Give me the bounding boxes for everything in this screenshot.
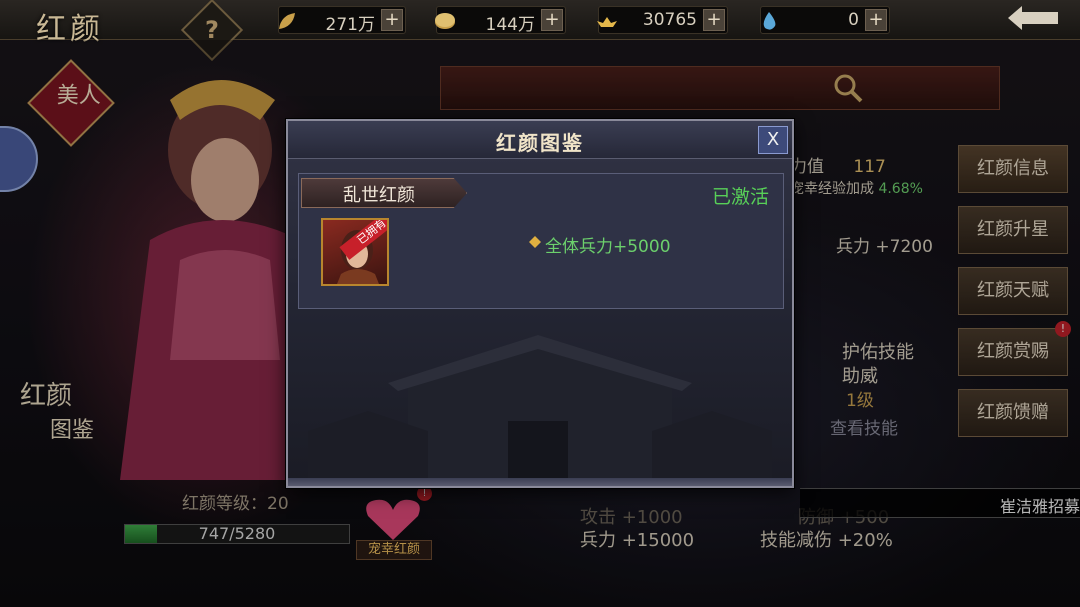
leaf-icon bbox=[279, 13, 295, 29]
resource-coin: 144万 + bbox=[435, 6, 566, 35]
heroine-card-portrait[interactable]: 已拥有 bbox=[321, 218, 389, 286]
resource-bar: 红颜 ? 271万 + 144万 + 30765 + 0 + bbox=[0, 0, 1080, 62]
add-ingot-button[interactable]: + bbox=[703, 9, 725, 31]
resource-drop: 0 + bbox=[760, 6, 890, 34]
diamond-bullet-icon bbox=[529, 236, 541, 248]
grain-value: 271万 bbox=[325, 15, 375, 35]
codex-entry-card: 乱世红颜 已激活 已拥有 全体兵力+5000 bbox=[298, 173, 784, 309]
add-coin-button[interactable]: + bbox=[541, 9, 563, 31]
add-drop-button[interactable]: + bbox=[865, 9, 887, 31]
entry-title: 乱世红颜 bbox=[343, 185, 415, 206]
coin-value: 144万 bbox=[485, 15, 535, 35]
dialog-title: 红颜图鉴 bbox=[496, 131, 584, 155]
heroine-codex-dialog: 红颜图鉴 X 乱世红颜 已激活 已拥有 全体兵力+5000 bbox=[286, 119, 794, 488]
ingot-icon bbox=[597, 17, 617, 27]
close-button[interactable]: X bbox=[758, 126, 788, 154]
resource-ingot: 30765 + bbox=[597, 6, 728, 34]
add-grain-button[interactable]: + bbox=[381, 9, 403, 31]
drop-value: 0 bbox=[848, 10, 859, 30]
ingot-value: 30765 bbox=[642, 10, 697, 30]
resource-grain: 271万 + bbox=[278, 6, 406, 35]
close-icon: X bbox=[766, 129, 780, 150]
dialog-header: 红颜图鉴 X bbox=[288, 121, 792, 159]
drop-icon bbox=[763, 12, 776, 30]
entry-status: 已激活 bbox=[711, 186, 769, 208]
coin-icon bbox=[435, 13, 455, 29]
temple-backdrop bbox=[308, 335, 772, 481]
dialog-bottom-trim bbox=[288, 478, 792, 486]
back-arrow-icon[interactable] bbox=[1000, 4, 1072, 38]
collection-bonus: 全体兵力+5000 bbox=[545, 237, 671, 257]
